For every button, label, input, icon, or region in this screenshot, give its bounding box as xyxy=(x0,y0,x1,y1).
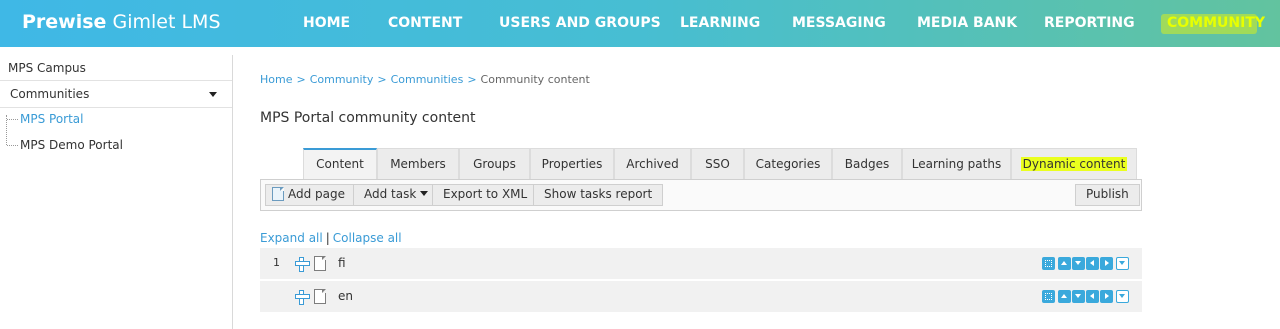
nav-item-reporting[interactable]: REPORTING xyxy=(1044,15,1135,31)
tab-badges[interactable]: Badges xyxy=(832,148,902,180)
sidebar-communities-select[interactable]: Communities xyxy=(0,81,232,108)
page-icon xyxy=(314,289,326,304)
publish-button[interactable]: Publish xyxy=(1075,184,1140,206)
tree-branch-line xyxy=(7,145,18,146)
tab-members[interactable]: Members xyxy=(377,148,459,180)
tab-archived[interactable]: Archived xyxy=(614,148,691,180)
move-icon[interactable] xyxy=(1042,290,1055,303)
tab-categories[interactable]: Categories xyxy=(744,148,832,180)
top-navigation-bar: Prewise Gimlet LMS HOME CONTENT USERS AN… xyxy=(0,0,1280,47)
brand-product: Gimlet LMS xyxy=(112,11,221,33)
row-language[interactable]: fi xyxy=(338,256,346,270)
add-task-label: Add task xyxy=(364,187,417,201)
add-page-label: Add page xyxy=(288,187,346,201)
tree-item-mps-portal[interactable]: MPS Portal xyxy=(7,112,84,132)
row-menu-icon[interactable] xyxy=(1116,257,1129,270)
content-row: en xyxy=(260,281,1142,312)
collapse-all-link[interactable]: Collapse all xyxy=(333,231,402,245)
chevron-down-icon xyxy=(420,191,429,196)
indent-icon[interactable] xyxy=(1100,290,1113,303)
export-to-xml-button[interactable]: Export to XML xyxy=(432,184,539,206)
tree-item-label: MPS Portal xyxy=(20,112,84,126)
content-row: 1 fi xyxy=(260,248,1142,279)
move-icon[interactable] xyxy=(1042,257,1055,270)
nav-item-content[interactable]: CONTENT xyxy=(388,15,462,31)
breadcrumb: Home > Community > Communities > Community con… xyxy=(260,73,590,86)
show-tasks-report-button[interactable]: Show tasks report xyxy=(533,184,664,206)
tree-item-label: MPS Demo Portal xyxy=(20,138,123,152)
plus-icon[interactable] xyxy=(295,257,310,272)
row-menu-icon[interactable] xyxy=(1116,290,1129,303)
tab-content[interactable]: Content xyxy=(303,148,377,180)
nav-item-messaging[interactable]: MESSAGING xyxy=(792,15,886,31)
brand-logo: Prewise Gimlet LMS xyxy=(22,11,221,33)
nav-item-users-and-groups[interactable]: USERS AND GROUPS xyxy=(499,15,661,31)
nav-item-media-bank[interactable]: MEDIA BANK xyxy=(917,15,1017,31)
sidebar-communities-label: Communities xyxy=(10,87,90,101)
tree-controls: Expand all | Collapse all xyxy=(260,231,402,245)
move-up-icon[interactable] xyxy=(1058,257,1071,270)
add-task-button[interactable]: Add task xyxy=(353,184,440,206)
tab-groups[interactable]: Groups xyxy=(459,148,530,180)
tab-dynamic-content-label: Dynamic content xyxy=(1020,157,1128,171)
breadcrumb-current: Community content xyxy=(480,73,590,86)
outdent-icon[interactable] xyxy=(1086,290,1099,303)
move-up-icon[interactable] xyxy=(1058,290,1071,303)
row-language[interactable]: en xyxy=(338,289,353,303)
move-down-icon[interactable] xyxy=(1072,290,1085,303)
breadcrumb-separator: > xyxy=(467,73,477,86)
indent-icon[interactable] xyxy=(1100,257,1113,270)
add-page-icon xyxy=(272,187,284,201)
tab-sso[interactable]: SSO xyxy=(691,148,744,180)
move-down-icon[interactable] xyxy=(1072,257,1085,270)
nav-item-learning[interactable]: LEARNING xyxy=(680,15,760,31)
sidebar: MPS Campus Communities MPS Portal MPS De… xyxy=(0,55,233,329)
page-title: MPS Portal community content xyxy=(260,110,476,126)
tab-dynamic-content[interactable]: Dynamic content xyxy=(1011,148,1137,180)
breadcrumb-home[interactable]: Home xyxy=(260,73,292,86)
brand-name: Prewise xyxy=(22,11,107,33)
tree-branch-line xyxy=(7,119,18,120)
outdent-icon[interactable] xyxy=(1086,257,1099,270)
tree-item-mps-demo-portal[interactable]: MPS Demo Portal xyxy=(7,138,123,158)
nav-item-community[interactable]: COMMUNITY xyxy=(1167,15,1265,31)
chevron-down-icon xyxy=(209,92,217,97)
tab-learning-paths[interactable]: Learning paths xyxy=(902,148,1011,180)
breadcrumb-separator: > xyxy=(296,73,306,86)
plus-icon[interactable] xyxy=(295,290,310,305)
row-number: 1 xyxy=(273,256,280,269)
tree-controls-separator: | xyxy=(325,231,330,245)
add-page-button[interactable]: Add page xyxy=(265,184,355,206)
page-icon xyxy=(314,256,326,271)
breadcrumb-community[interactable]: Community xyxy=(310,73,374,86)
content-toolbar: Add page Add task Export to XML Show tas… xyxy=(260,179,1142,211)
expand-all-link[interactable]: Expand all xyxy=(260,231,323,245)
sidebar-campus-label: MPS Campus xyxy=(0,55,232,81)
nav-item-home[interactable]: HOME xyxy=(303,15,350,31)
tab-properties[interactable]: Properties xyxy=(530,148,614,180)
breadcrumb-communities[interactable]: Communities xyxy=(391,73,464,86)
breadcrumb-separator: > xyxy=(377,73,387,86)
